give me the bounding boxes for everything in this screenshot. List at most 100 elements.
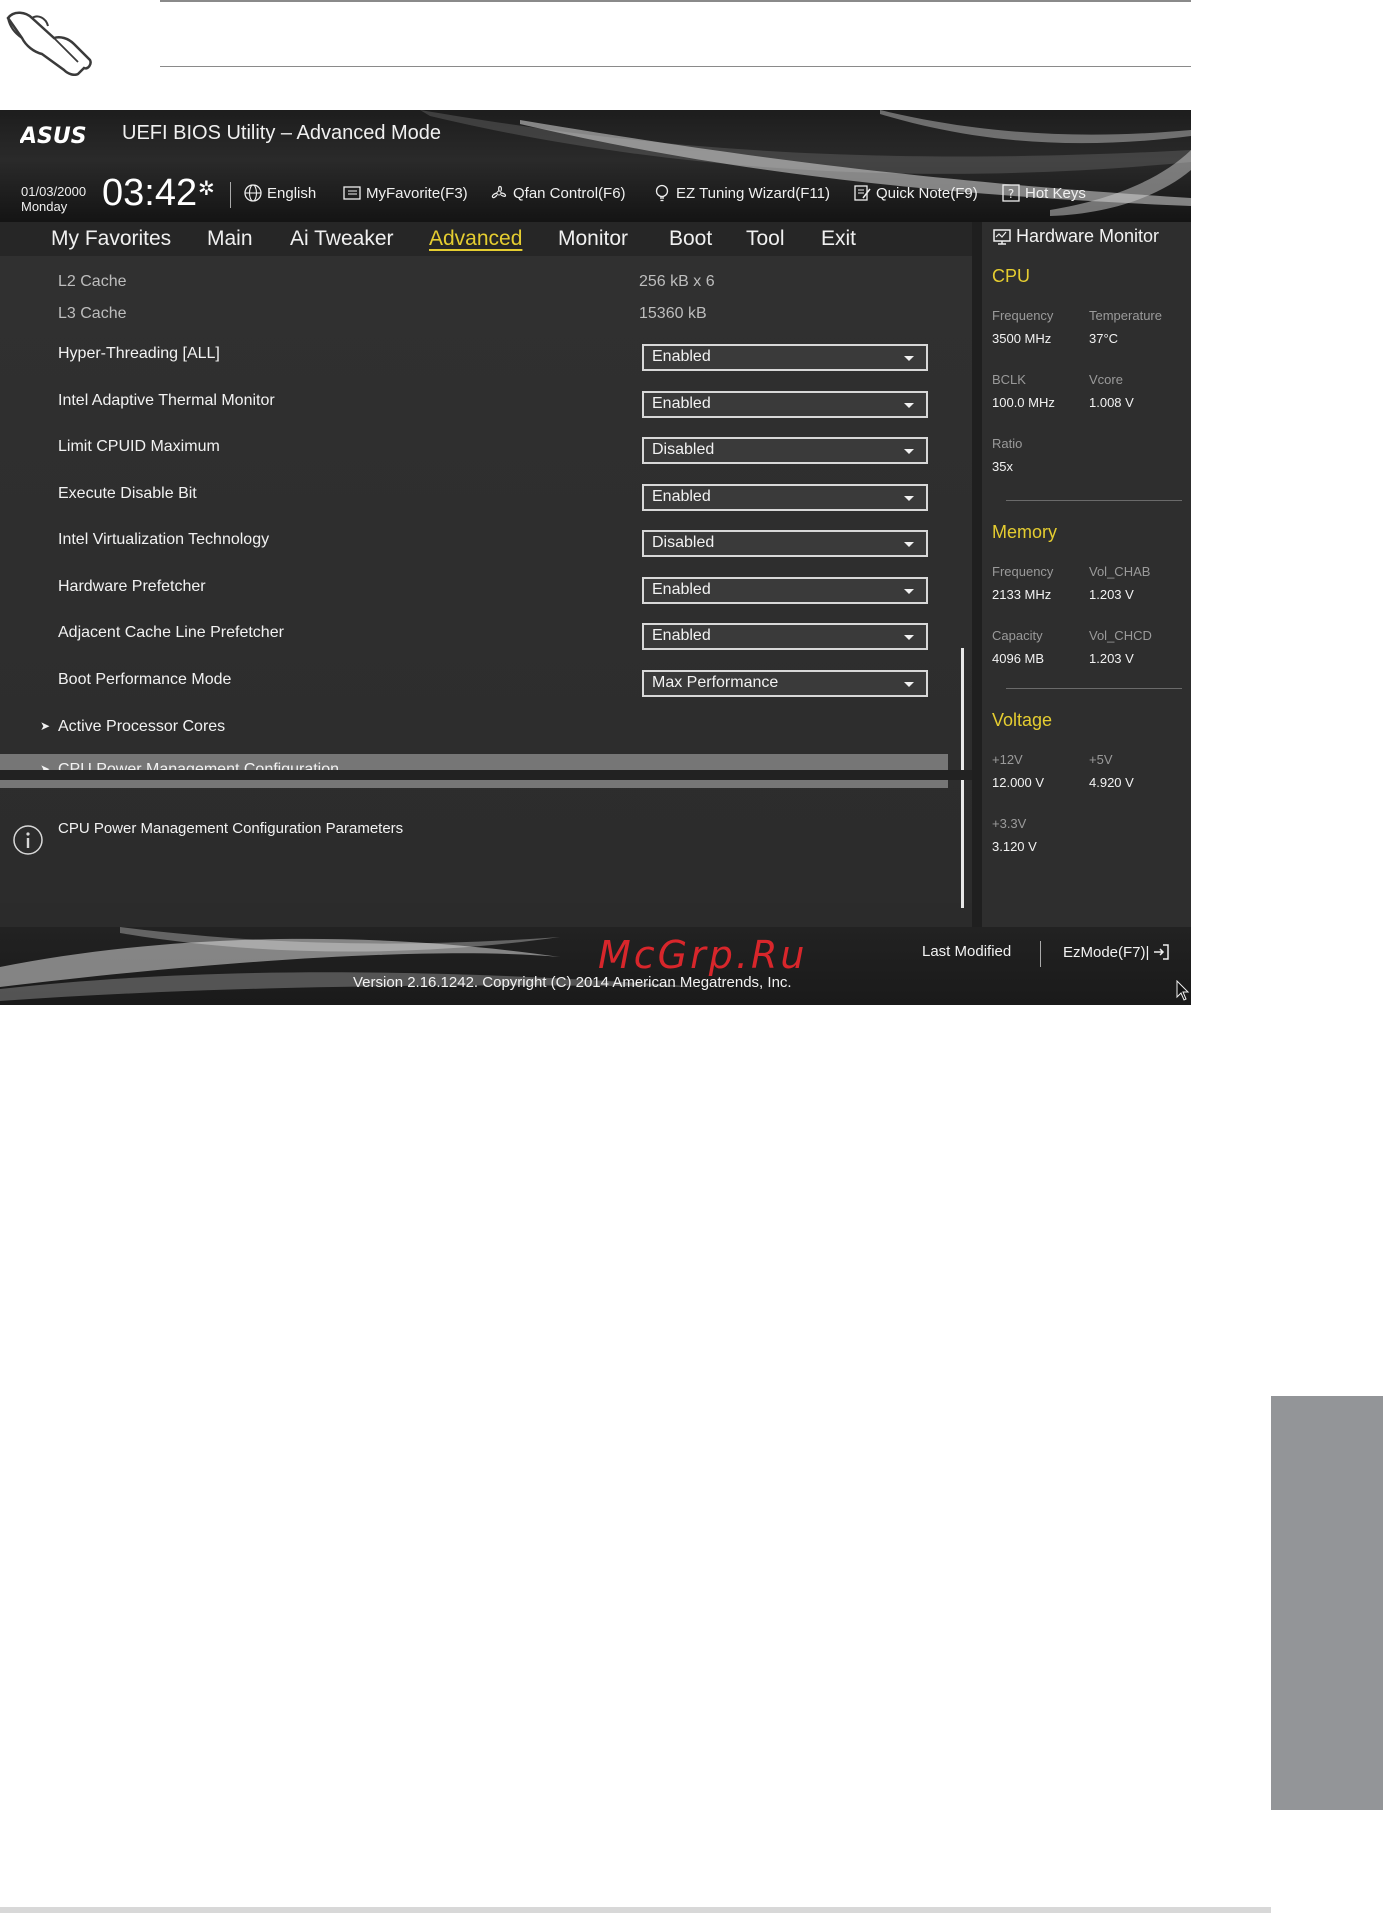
bios-screen: ASUS UEFI BIOS Utility – Advanced Mode 0… — [0, 110, 1191, 1005]
virtualization-value: Disabled — [652, 534, 715, 551]
tab-boot[interactable]: Boot — [669, 227, 712, 251]
l2-cache-value: 256 kB x 6 — [639, 273, 715, 290]
capacity-value: 4096 MB — [992, 651, 1045, 666]
settings-panel: L2 Cache 256 kB x 6 L3 Cache 15360 kB Hy… — [0, 256, 972, 908]
ez-tuning-label: EZ Tuning Wizard(F11) — [676, 184, 830, 202]
adjacent-cache-dropdown[interactable]: Enabled — [642, 623, 928, 650]
exit-arrow-icon — [1154, 944, 1170, 960]
tab-tool[interactable]: Tool — [746, 227, 785, 251]
help-description: CPU Power Management Configuration Param… — [58, 820, 404, 837]
help-separator — [0, 770, 972, 780]
myfavorite-label: MyFavorite(F3) — [366, 184, 468, 202]
chevron-down-icon — [904, 589, 914, 594]
gear-icon[interactable]: ✲ — [198, 176, 215, 200]
svg-text:ASUS: ASUS — [20, 124, 87, 146]
v5-label: +5V — [1089, 752, 1113, 767]
hw-divider — [1006, 500, 1182, 501]
v33-value: 3.120 V — [992, 839, 1037, 854]
virtualization-dropdown[interactable]: Disabled — [642, 530, 928, 557]
version-text: Version 2.16.1242. Copyright (C) 2014 Am… — [353, 974, 792, 991]
adjacent-cache-label: Adjacent Cache Line Prefetcher — [58, 624, 284, 641]
footer-swoosh-decoration — [0, 927, 700, 1001]
tab-my-favorites[interactable]: My Favorites — [51, 227, 171, 251]
v33-label: +3.3V — [992, 816, 1027, 831]
v5-value: 4.920 V — [1089, 775, 1134, 790]
hyper-threading-dropdown[interactable]: Enabled — [642, 344, 928, 371]
chevron-down-icon — [904, 682, 914, 687]
cpu-temperature-value: 37°C — [1089, 331, 1119, 346]
ezmode-label: EzMode(F7)| — [1063, 943, 1150, 961]
boot-performance-value: Max Performance — [652, 674, 779, 691]
execute-disable-value: Enabled — [652, 488, 711, 505]
voltage-heading: Voltage — [992, 710, 1053, 730]
arrow-right-icon: ➤ — [40, 719, 51, 733]
tab-monitor[interactable]: Monitor — [558, 227, 628, 251]
limit-cpuid-dropdown[interactable]: Disabled — [642, 437, 928, 464]
help-question-icon: ? — [1002, 184, 1020, 202]
monitor-icon — [993, 228, 1011, 245]
tab-main[interactable]: Main — [207, 227, 253, 251]
limit-cpuid-value: Disabled — [652, 441, 715, 458]
vol-chab-label: Vol_CHAB — [1089, 564, 1151, 579]
capacity-label: Capacity — [992, 628, 1043, 643]
v12-label: +12V — [992, 752, 1023, 767]
execute-disable-dropdown[interactable]: Enabled — [642, 484, 928, 511]
hyper-threading-label: Hyper-Threading [ALL] — [58, 345, 220, 362]
chevron-down-icon — [904, 496, 914, 501]
hw-divider — [1006, 688, 1182, 689]
chapter-side-tab — [1271, 1396, 1383, 1810]
hardware-monitor-panel: Hardware Monitor CPU Frequency Temperatu… — [972, 222, 1191, 927]
tab-ai-tweaker[interactable]: Ai Tweaker — [290, 227, 394, 251]
bottom-rule — [0, 1907, 1271, 1913]
clock-time: 03:42 — [102, 172, 198, 214]
boot-performance-dropdown[interactable]: Max Performance — [642, 670, 928, 697]
fan-icon — [491, 185, 507, 199]
header-separator — [230, 182, 231, 208]
tab-advanced[interactable]: Advanced — [429, 227, 522, 251]
language-button[interactable]: English — [243, 183, 316, 203]
hot-keys-button[interactable]: ? Hot Keys — [1001, 183, 1086, 203]
cpu-heading: CPU — [992, 266, 1031, 286]
note-hand-icon — [6, 11, 92, 76]
l3-cache-value: 15360 kB — [639, 305, 707, 322]
globe-icon — [244, 184, 262, 202]
info-icon — [13, 825, 43, 855]
language-label: English — [267, 184, 317, 202]
last-modified-button[interactable]: Last Modified — [922, 943, 1011, 960]
memory-heading: Memory — [992, 522, 1058, 542]
thermal-monitor-dropdown[interactable]: Enabled — [642, 391, 928, 418]
cpu-frequency-label: Frequency — [992, 308, 1054, 323]
hardware-monitor-body: Hardware Monitor CPU Frequency Temperatu… — [982, 222, 1191, 927]
quick-note-button[interactable]: Quick Note(F9) — [852, 183, 978, 203]
tab-exit[interactable]: Exit — [821, 227, 856, 251]
quick-note-label: Quick Note(F9) — [876, 184, 978, 202]
ezmode-button[interactable]: EzMode(F7)| — [1063, 943, 1170, 961]
bios-footer: McGrp.Ru Version 2.16.1242. Copyright (C… — [0, 927, 1191, 1005]
hw-prefetcher-dropdown[interactable]: Enabled — [642, 577, 928, 604]
ratio-label: Ratio — [992, 436, 1023, 451]
chevron-down-icon — [904, 356, 914, 361]
lightbulb-icon — [655, 184, 669, 202]
app-title: UEFI BIOS Utility – Advanced Mode — [122, 122, 442, 144]
cpu-frequency-value: 3500 MHz — [992, 331, 1052, 346]
note-rule — [160, 66, 1191, 67]
vcore-label: Vcore — [1089, 372, 1123, 387]
ez-tuning-button[interactable]: EZ Tuning Wizard(F11) — [652, 183, 830, 203]
memory-frequency-value: 2133 MHz — [992, 587, 1052, 602]
favorite-list-icon — [343, 186, 361, 200]
bclk-label: BCLK — [992, 372, 1026, 387]
hardware-monitor-label: Hardware Monitor — [1016, 226, 1160, 246]
myfavorite-button[interactable]: MyFavorite(F3) — [342, 183, 468, 203]
footer-separator — [1040, 941, 1041, 967]
hardware-monitor-title: Hardware Monitor — [992, 226, 1159, 247]
chevron-down-icon — [904, 542, 914, 547]
v12-value: 12.000 V — [992, 775, 1045, 790]
cpu-temperature-label: Temperature — [1089, 308, 1162, 323]
submenu-active-processor-cores[interactable]: ➤ Active Processor Cores — [0, 711, 948, 745]
execute-disable-label: Execute Disable Bit — [58, 485, 197, 502]
qfan-button[interactable]: Qfan Control(F6) — [489, 183, 626, 203]
submenu-label: Active Processor Cores — [58, 718, 226, 735]
vol-chcd-label: Vol_CHCD — [1089, 628, 1152, 643]
hot-keys-label: Hot Keys — [1025, 184, 1086, 202]
qfan-label: Qfan Control(F6) — [513, 184, 626, 202]
